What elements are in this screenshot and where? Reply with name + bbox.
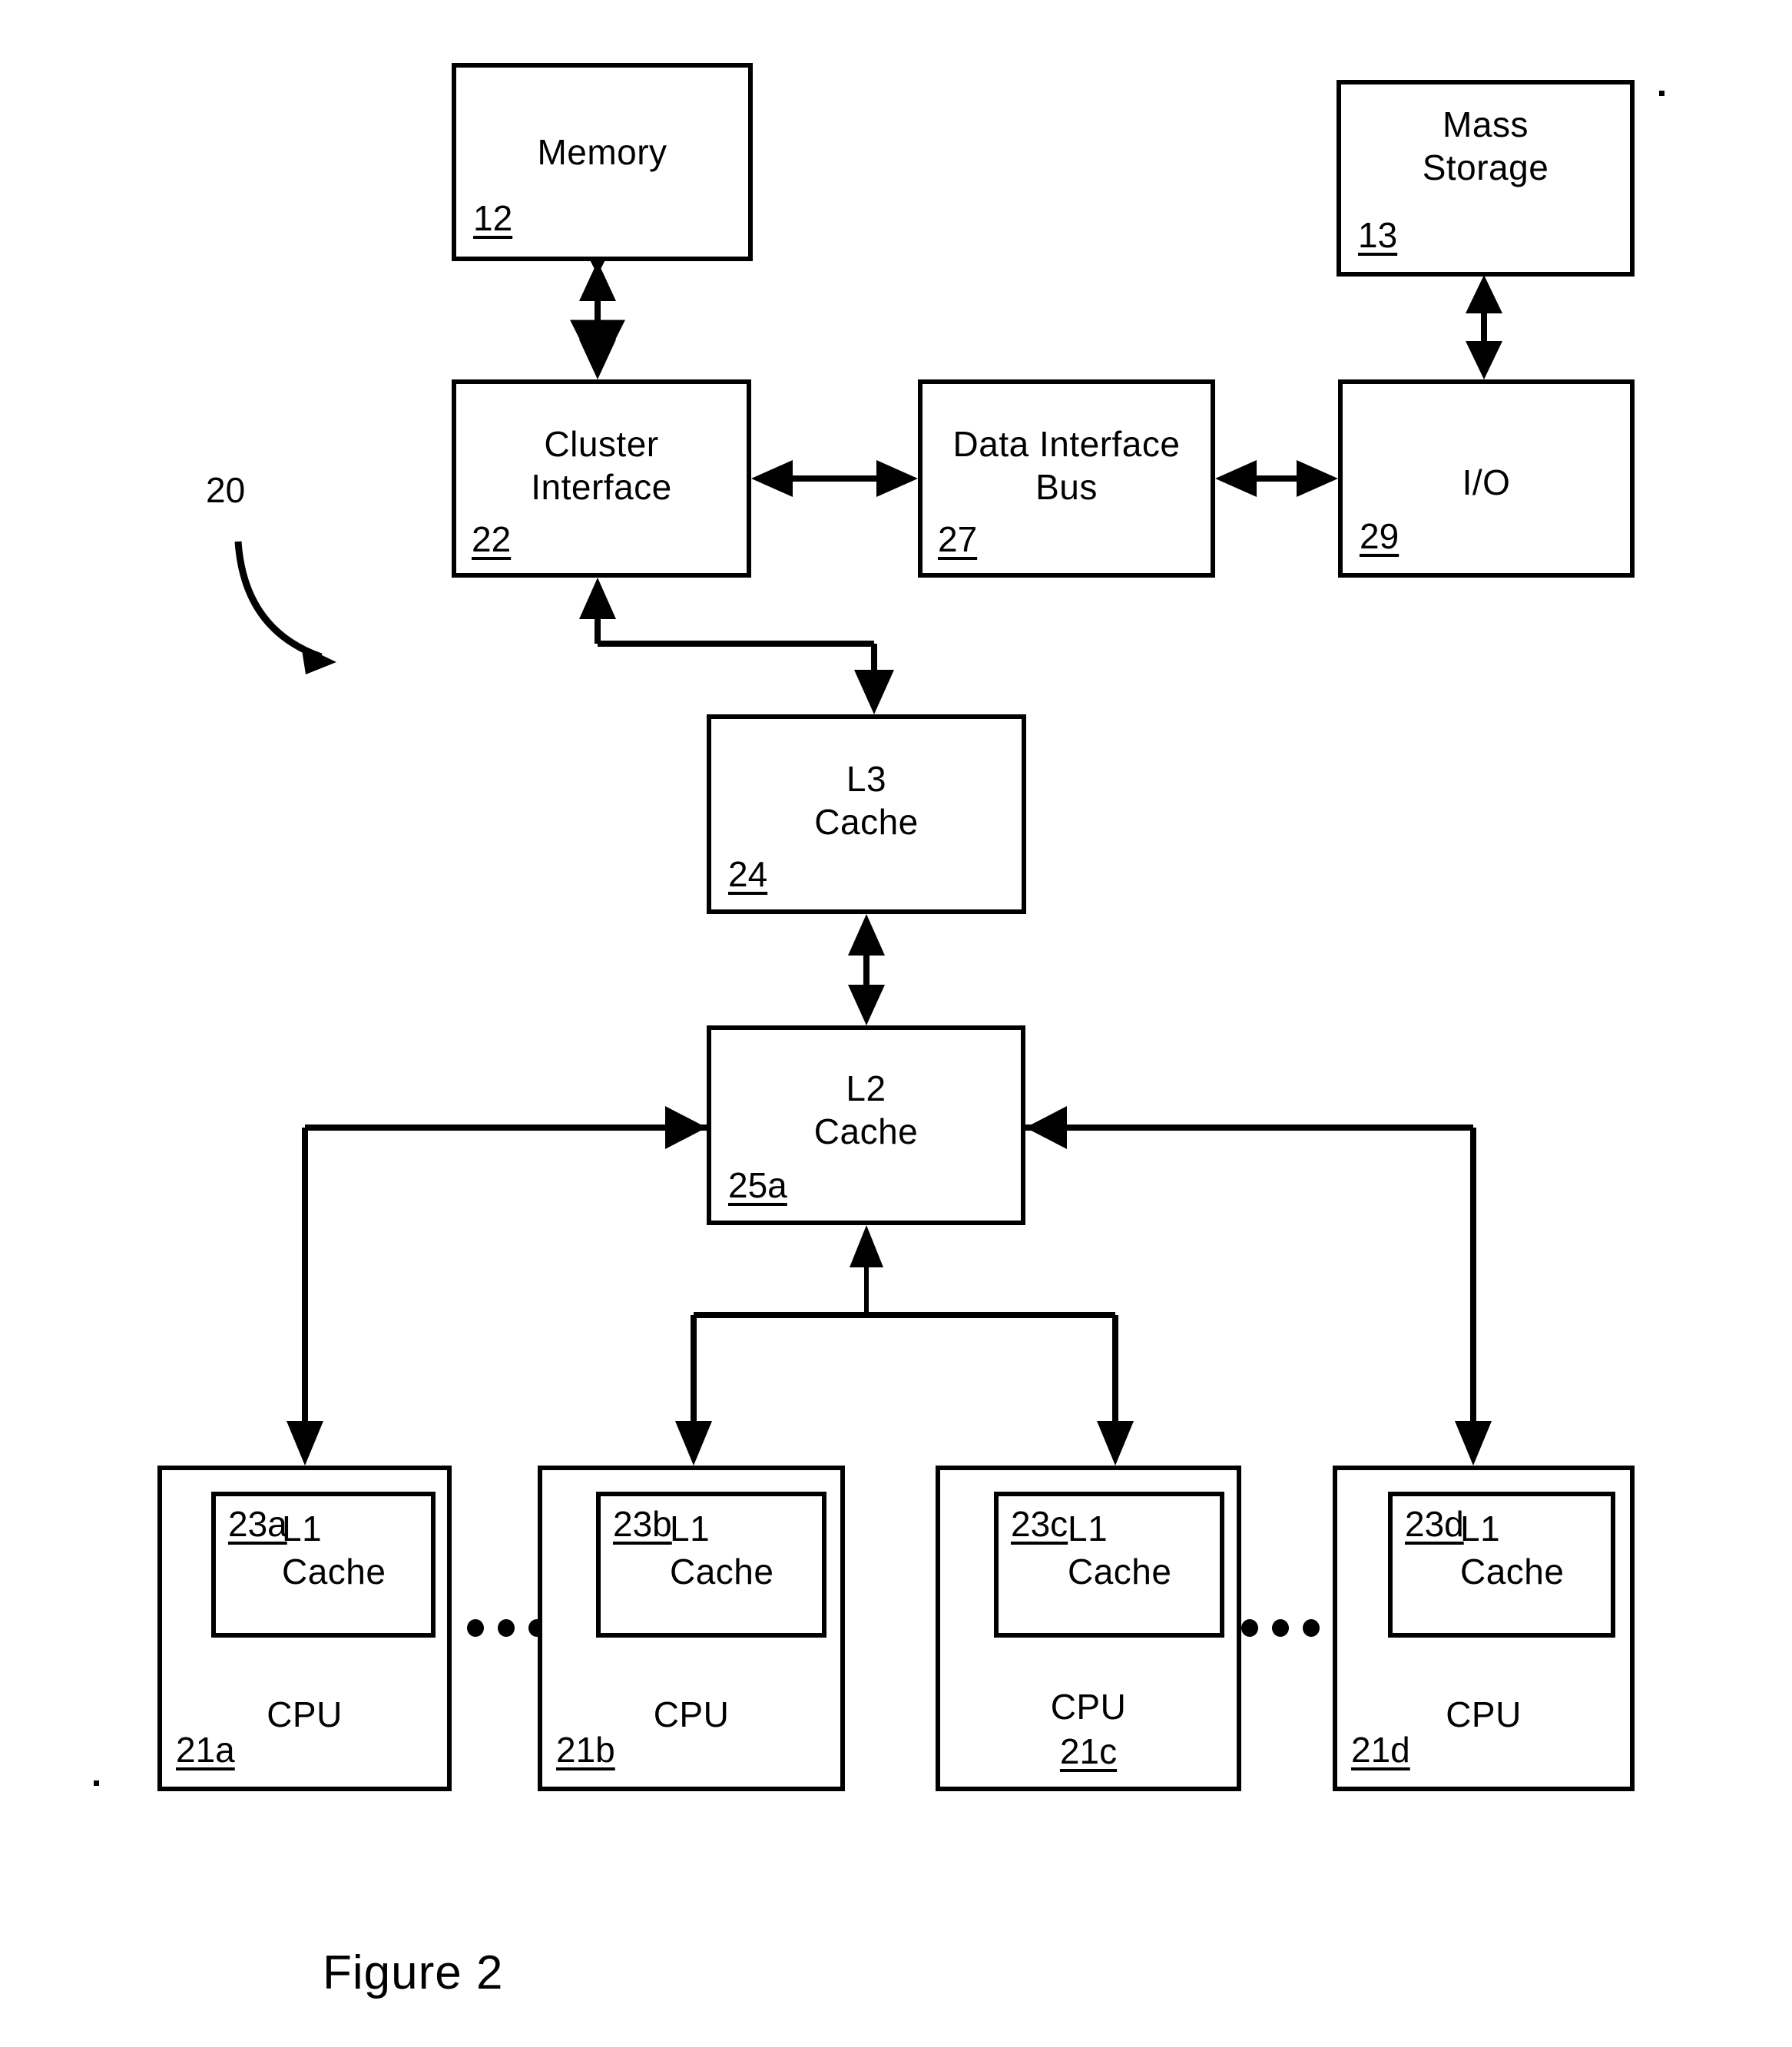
l2-cache-ref: 25a xyxy=(728,1165,787,1205)
cpu-title-21c: CPU xyxy=(1050,1687,1127,1727)
wire-l2-to-cpu-21d xyxy=(1025,1106,1492,1466)
l3-cache-block[interactable]: L3 Cache 24 xyxy=(707,714,1026,914)
wire-memory-to-cluster-interface xyxy=(570,220,625,379)
cpu-block-21c[interactable]: 23c L1 Cache CPU 21c xyxy=(936,1466,1241,1791)
cpu-block-21a[interactable]: 23a L1 Cache CPU 21a xyxy=(157,1466,452,1791)
wire-l3-to-l2 xyxy=(848,914,885,1025)
system-ref-label: 20 xyxy=(206,470,246,510)
data-interface-bus-block[interactable]: Data Interface Bus 27 xyxy=(918,379,1215,578)
mass-storage-block[interactable]: Mass Storage 13 xyxy=(1337,80,1635,277)
io-ref: 29 xyxy=(1360,516,1399,556)
memory-title: Memory xyxy=(537,132,667,172)
ellipsis-dot xyxy=(1303,1619,1320,1637)
l3-cache-ref: 24 xyxy=(728,854,768,894)
mass-storage-ref: 13 xyxy=(1358,215,1398,255)
wire-l2-to-cpu-21b-21c xyxy=(675,1225,1134,1466)
cluster-interface-block[interactable]: Cluster Interface 22 xyxy=(452,379,751,578)
wire-cluster-interface-to-data-bus xyxy=(751,460,918,497)
wire-mass-storage-to-io xyxy=(1466,275,1502,379)
wire-l2-to-cpu-21a xyxy=(287,1106,707,1466)
l1-cache-block-23a[interactable]: 23a L1 Cache xyxy=(211,1492,436,1638)
l1-cache-block-23c[interactable]: 23c L1 Cache xyxy=(994,1492,1224,1638)
mass-storage-title: Mass Storage xyxy=(1422,104,1549,187)
cluster-interface-ref: 22 xyxy=(472,519,512,559)
scan-speck xyxy=(1659,91,1664,96)
l2-cache-block[interactable]: L2 Cache 25a xyxy=(707,1025,1025,1225)
cluster-interface-title: Cluster Interface xyxy=(531,424,672,507)
l1-cache-ref-23c: 23c xyxy=(1011,1504,1068,1544)
cpu-ref-21a: 21a xyxy=(176,1730,235,1770)
ellipsis-dot xyxy=(498,1619,515,1637)
io-block[interactable]: I/O 29 xyxy=(1338,379,1635,578)
ellipsis-left xyxy=(467,1619,545,1637)
l3-cache-title: L3 Cache xyxy=(814,759,919,842)
cpu-ref-21c: 21c xyxy=(1059,1731,1118,1771)
cpu-block-21d[interactable]: 23d L1 Cache CPU 21d xyxy=(1333,1466,1635,1791)
l1-cache-ref-23b: 23b xyxy=(613,1504,672,1544)
system-ref-leader-arrow xyxy=(234,541,336,674)
l1-cache-block-23b[interactable]: 23b L1 Cache xyxy=(596,1492,826,1638)
l1-cache-title-23c: L1 Cache xyxy=(1068,1509,1172,1592)
l1-cache-title-23a: L1 Cache xyxy=(282,1509,386,1592)
data-interface-bus-title: Data Interface Bus xyxy=(952,424,1181,507)
io-title: I/O xyxy=(1462,462,1511,502)
memory-ref: 12 xyxy=(473,198,513,238)
figure-caption: Figure 2 xyxy=(323,1946,504,1999)
l1-cache-ref-23d: 23d xyxy=(1405,1504,1464,1544)
l1-cache-title-23b: L1 Cache xyxy=(670,1509,774,1592)
scan-speck xyxy=(94,1780,99,1786)
l1-cache-title-23d: L1 Cache xyxy=(1460,1509,1565,1592)
l1-cache-ref-23a: 23a xyxy=(228,1504,287,1544)
l2-cache-title: L2 Cache xyxy=(813,1068,919,1151)
ellipsis-dot xyxy=(467,1619,484,1637)
memory-block[interactable]: Memory 12 xyxy=(452,63,753,261)
ellipsis-dot xyxy=(1241,1619,1258,1637)
cpu-ref-21b: 21b xyxy=(556,1730,615,1770)
wire-cluster-interface-to-l3 xyxy=(579,578,894,714)
cpu-block-21b[interactable]: 23b L1 Cache CPU 21b xyxy=(538,1466,845,1791)
ellipsis-dot xyxy=(1272,1619,1289,1637)
ellipsis-right xyxy=(1241,1619,1320,1637)
data-interface-bus-ref: 27 xyxy=(938,519,978,559)
l1-cache-block-23d[interactable]: 23d L1 Cache xyxy=(1388,1492,1615,1638)
cpu-ref-21d: 21d xyxy=(1351,1730,1410,1770)
figure-canvas: Memory 12 Mass Storage 13 Cluster Interf… xyxy=(0,0,1792,2047)
wire-data-bus-to-io xyxy=(1215,460,1338,497)
